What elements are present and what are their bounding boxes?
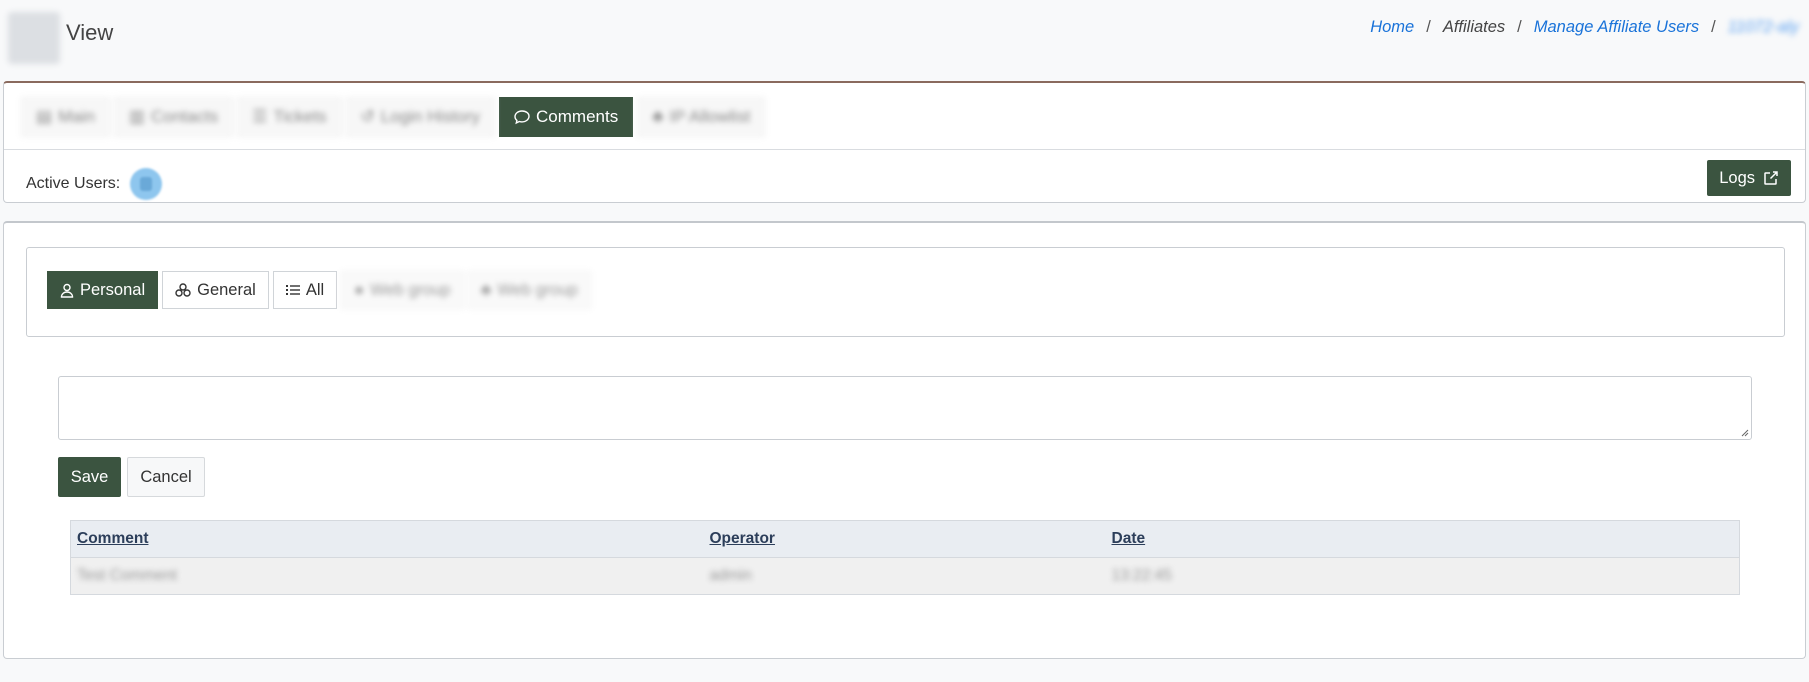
logs-button[interactable]: Logs [1707,160,1791,196]
table-cell-operator: admin [703,557,1106,595]
breadcrumb-home[interactable]: Home [1370,18,1414,37]
page-title: View [66,20,114,45]
tab-bar: ▤ Main ▥ Contacts ☰ Tickets ↺ Login Hist… [21,97,766,139]
chat-bubble-icon [514,110,530,125]
sitemap-icon: ♣ [480,280,492,299]
table-cell-comment: Test Comment [70,557,704,595]
resize-handle-icon[interactable] [1739,427,1749,437]
logs-label: Logs [1719,168,1755,187]
tab-label: Comments [536,107,619,126]
logo [8,12,60,64]
table-cell-date: 13:22:45 [1105,557,1740,595]
comments-card: Personal General All ● Web group ♣ Web g… [3,221,1806,659]
divider [4,149,1805,150]
filter-web-group-2-button[interactable]: ♣ Web group [467,271,591,309]
breadcrumb-current: 11072-aly [1727,18,1799,36]
filter-all-button[interactable]: All [272,271,338,309]
table-row[interactable]: Test Comment admin 13:22:45 [70,557,1740,595]
address-book-icon: ▥ [128,107,145,126]
breadcrumb-separator: / [1517,18,1522,36]
page-header: View Home / Affiliates / Manage Affiliat… [0,0,1809,80]
filter-label: Personal [80,280,146,299]
column-header-comment[interactable]: Comment [70,520,704,558]
user-tabs-card: ▤ Main ▥ Contacts ☰ Tickets ↺ Login Hist… [3,81,1806,203]
tab-label: Tickets [273,107,327,126]
tab-login-history[interactable]: ↺ Login History [345,97,496,137]
breadcrumb-separator: / [1711,18,1716,36]
ticket-icon: ☰ [252,107,268,126]
tab-main[interactable]: ▤ Main [21,97,110,137]
comment-filters: Personal General All ● Web group ♣ Web g… [47,271,591,309]
comment-textarea[interactable] [58,376,1752,440]
filter-web-group-button[interactable]: ● Web group [341,271,464,309]
tab-label: Contacts [150,107,219,126]
filter-label: Web group [497,280,578,299]
active-users: Active Users: [26,168,163,200]
save-button[interactable]: Save [58,457,121,497]
filter-personal-button[interactable]: Personal [47,271,159,309]
user-icon [60,283,74,298]
tab-label: Login History [380,107,481,126]
breadcrumb: Home / Affiliates / Manage Affiliate Use… [1370,18,1799,37]
active-users-label: Active Users: [26,175,121,192]
filter-label: All [305,280,325,299]
avatar[interactable] [130,168,163,200]
globe-icon: ● [354,280,365,299]
filter-label: Web group [370,280,451,299]
list-icon [285,285,300,295]
tab-contacts[interactable]: ▥ Contacts [113,97,234,137]
comment-filter-box: Personal General All ● Web group ♣ Web g… [26,247,1785,337]
filter-general-button[interactable]: General [162,271,269,309]
users-group-icon [175,283,191,297]
breadcrumb-affiliates: Affiliates [1442,18,1506,36]
tab-label: IP Allowlist [669,107,751,126]
tab-tickets[interactable]: ☰ Tickets [237,97,342,137]
cancel-button[interactable]: Cancel [127,457,205,497]
filter-label: General [197,280,256,299]
network-icon: ♣ [652,107,664,126]
table-header-row: Comment Operator Date [70,520,1740,558]
breadcrumb-separator: / [1426,18,1431,36]
tab-comments[interactable]: Comments [499,97,634,137]
id-card-icon: ▤ [36,107,53,126]
column-header-date[interactable]: Date [1105,520,1740,558]
external-link-icon [1764,171,1778,185]
tab-label: Main [58,107,95,126]
breadcrumb-manage-affiliate-users[interactable]: Manage Affiliate Users [1534,18,1699,37]
tab-ip-allowlist[interactable]: ♣ IP Allowlist [637,97,766,137]
comments-table: Comment Operator Date Test Comment admin… [70,520,1740,595]
column-header-operator[interactable]: Operator [703,520,1106,558]
history-icon: ↺ [360,107,375,126]
